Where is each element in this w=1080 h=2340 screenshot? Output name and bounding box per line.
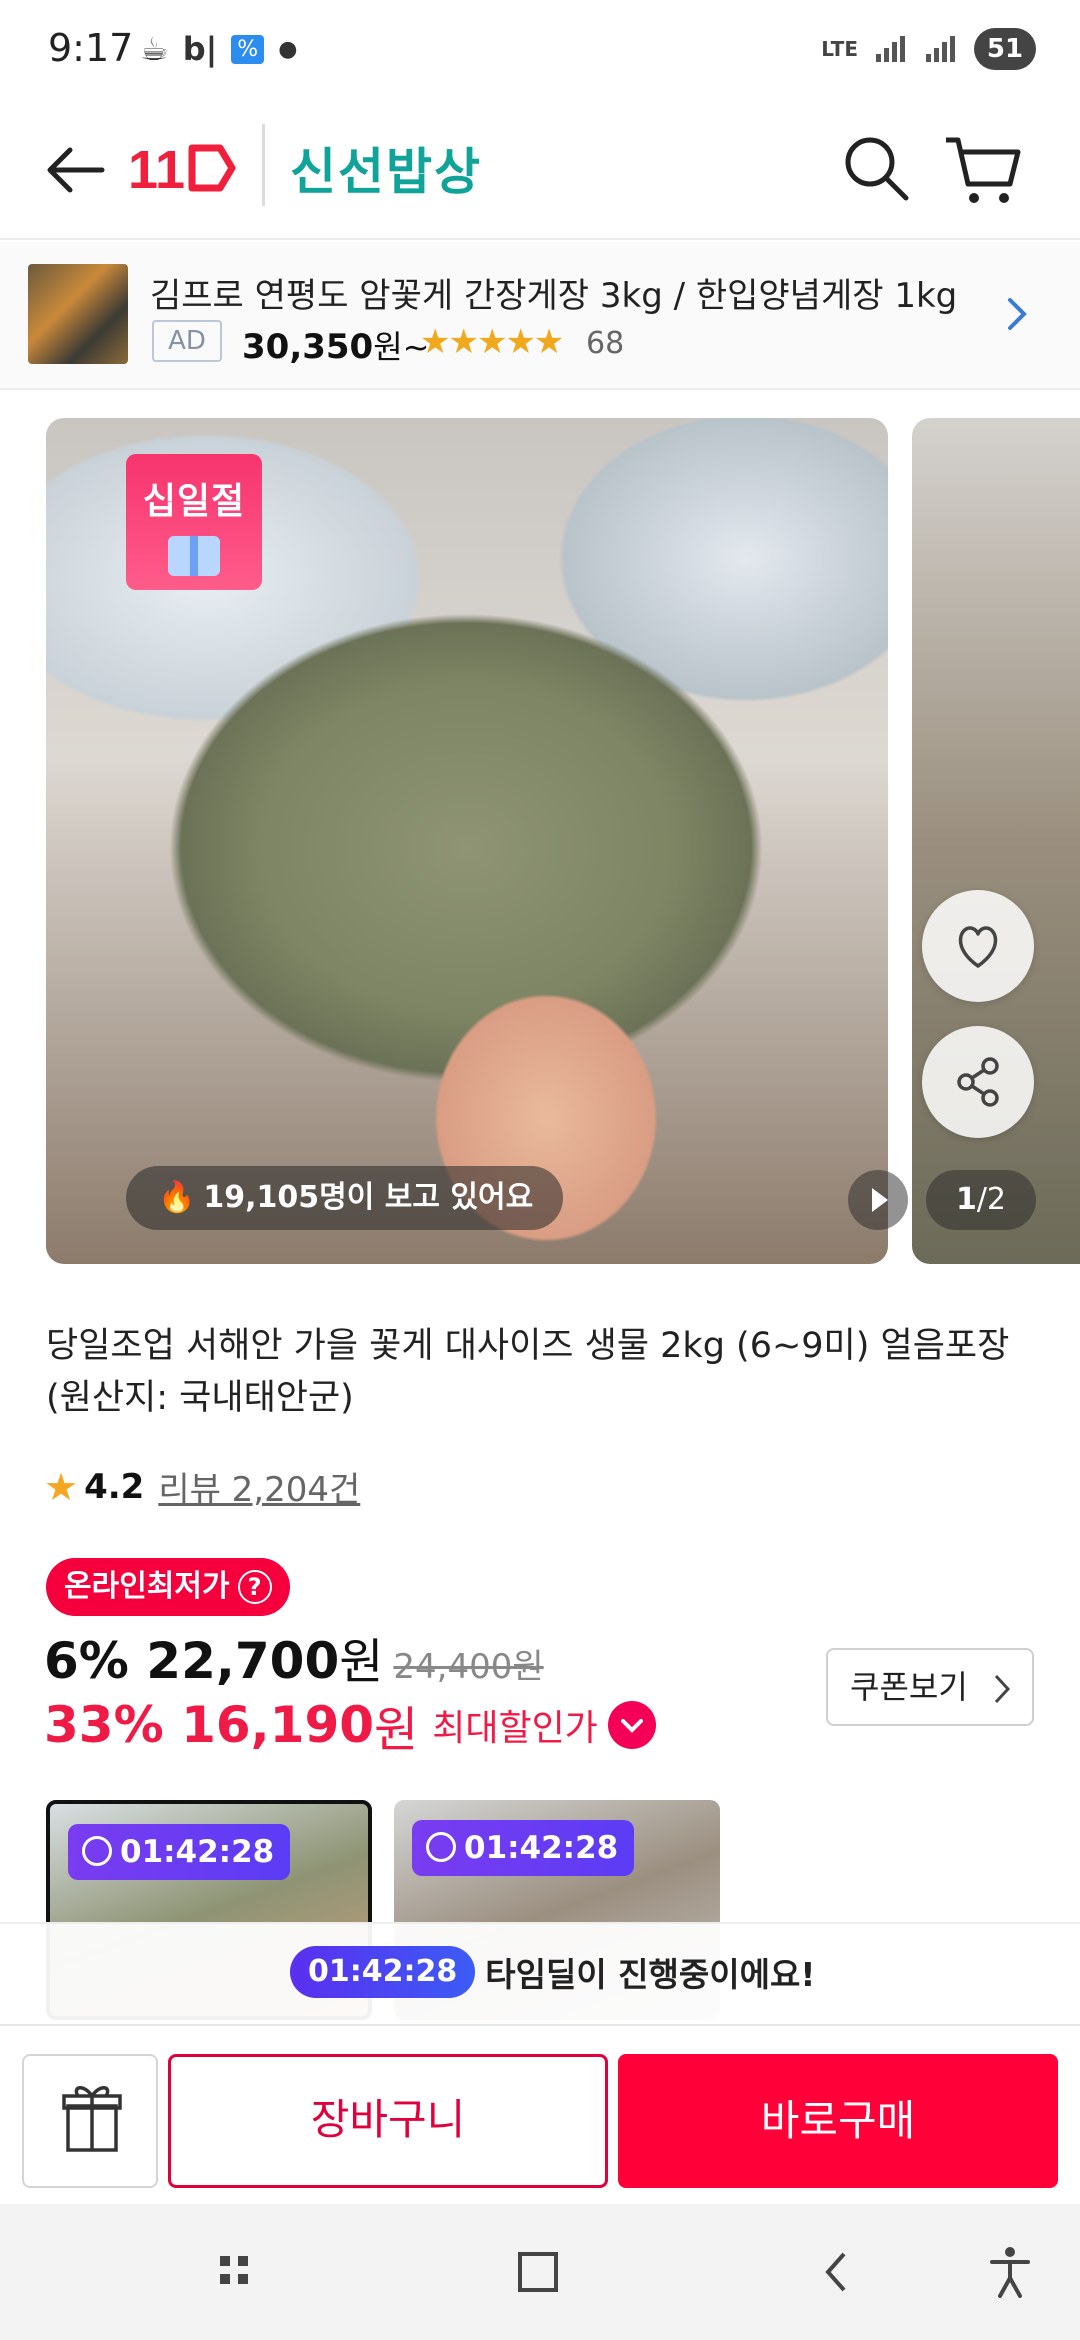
app-notification-icon: % <box>231 34 265 64</box>
viewers-count: 🔥 19,105명이 보고 있어요 <box>126 1166 564 1230</box>
chevron-right-icon <box>1008 298 1027 330</box>
play-icon[interactable] <box>848 1170 908 1230</box>
lte-indicator: LTE <box>821 37 858 61</box>
discount-price-value: 6% 22,700 <box>44 1632 340 1690</box>
signal-icon <box>876 36 905 62</box>
ad-banner[interactable]: 김프로 연평도 암꽃게 간장게장 3kg / 한입양념게장 1kg AD 30,… <box>0 242 1080 390</box>
share-button[interactable] <box>922 1026 1034 1138</box>
fire-icon: 🔥 <box>158 1180 196 1215</box>
lowest-price-label: 온라인최저가 <box>64 1569 230 1604</box>
home-icon[interactable] <box>506 2240 570 2304</box>
back-icon[interactable] <box>806 2240 870 2304</box>
won-unit: 원 <box>339 1634 384 1690</box>
gift-icon <box>168 536 220 576</box>
app-notification-icon: ☕ <box>140 30 169 68</box>
ad-product-thumbnail <box>28 264 128 364</box>
timer-text: 01:42:28 <box>464 1830 619 1866</box>
lowest-price-badge[interactable]: 온라인최저가 ? <box>46 1558 290 1616</box>
chevron-right-icon <box>994 1674 1011 1704</box>
won-unit: 원 <box>374 1702 419 1758</box>
gift-icon <box>62 2086 122 2152</box>
max-discount-label: 최대할인가 <box>432 1708 598 1749</box>
battery-indicator: 51 <box>974 28 1036 70</box>
timer-chip: 01:42:28 <box>412 1820 635 1876</box>
time-deal-bar: 01:42:28 타임딜이 진행중이에요! <box>0 1922 1080 2022</box>
coupon-view-button[interactable]: 쿠폰보기 <box>826 1648 1034 1726</box>
header-divider <box>262 124 265 206</box>
cart-icon[interactable] <box>940 128 1024 212</box>
svg-text:11: 11 <box>128 140 185 198</box>
ad-badge: AD <box>152 320 222 362</box>
recent-apps-icon[interactable] <box>206 2240 270 2304</box>
clock-icon <box>82 1836 112 1866</box>
max-discount-value: 33% 16,190 <box>44 1696 375 1754</box>
ad-price: 30,350원~ <box>242 322 429 368</box>
dot-icon: ● <box>278 36 298 62</box>
system-nav-bar <box>0 2204 1080 2340</box>
page-current: 1 <box>955 1182 977 1217</box>
search-icon[interactable] <box>836 128 916 208</box>
app-notification-icon: b| <box>182 30 218 68</box>
product-title: 당일조업 서해안 가을 꽃게 대사이즈 생물 2kg (6~9미) 얼음포장 (… <box>46 1326 1010 1418</box>
heart-icon <box>958 926 998 968</box>
share-icon <box>957 1057 999 1107</box>
app-header: 11 신선밥상 <box>0 100 1080 240</box>
wishlist-button[interactable] <box>922 890 1034 1002</box>
back-arrow-icon[interactable] <box>36 130 116 210</box>
time-deal-text: 타임딜이 진행중이에요! <box>485 1955 816 1994</box>
image-page-indicator: 1/2 <box>926 1170 1036 1230</box>
accessibility-icon[interactable] <box>978 2240 1042 2304</box>
gift-button[interactable] <box>22 2054 158 2188</box>
status-time: 9:17 <box>48 26 134 70</box>
coupon-view-label: 쿠폰보기 <box>850 1668 968 1706</box>
discount-price: 6% 22,700원 24,400원 <box>44 1622 544 1692</box>
store-brand-name[interactable]: 신선밥상 <box>290 132 482 204</box>
status-notification-icons: ☕ b| % ● <box>140 30 297 68</box>
ad-product-title: 김프로 연평도 암꽃게 간장게장 3kg / 한입양념게장 1kg <box>150 276 958 316</box>
max-discount-price: 33% 16,190 원 최대할인가 <box>44 1690 656 1760</box>
buy-now-button[interactable]: 바로구매 <box>618 2054 1058 2188</box>
viewers-text: 19,105명이 보고 있어요 <box>203 1180 534 1215</box>
signal-icon <box>926 36 955 62</box>
product-main-image[interactable]: 십일절 🔥 19,105명이 보고 있어요 <box>46 418 888 1264</box>
clock-icon <box>426 1832 456 1862</box>
page-total: /2 <box>976 1182 1007 1217</box>
ad-review-count: 68 <box>586 326 625 361</box>
rating-score: 4.2 <box>84 1466 145 1507</box>
time-deal-timer: 01:42:28 <box>290 1946 476 1998</box>
star-icon: ★ <box>44 1464 79 1509</box>
timer-chip: 01:42:28 <box>68 1824 291 1880</box>
event-badge: 십일절 <box>126 454 262 590</box>
reviews-link[interactable]: 리뷰 2,204건 <box>158 1462 360 1511</box>
help-icon[interactable]: ? <box>237 1570 272 1604</box>
product-image-gallery[interactable]: 십일절 🔥 19,105명이 보고 있어요 1/2 <box>0 418 1080 1264</box>
11st-logo[interactable]: 11 <box>128 138 238 198</box>
product-rating: ★ 4.2 리뷰 2,204건 <box>44 1462 360 1511</box>
chevron-down-icon[interactable] <box>607 1701 656 1749</box>
add-to-cart-button[interactable]: 장바구니 <box>168 2054 608 2188</box>
status-bar: 9:17 ☕ b| % ● LTE 51 <box>0 0 1080 100</box>
purchase-action-bar: 장바구니 바로구매 <box>0 2024 1080 2204</box>
ad-price-value: 30,350 <box>242 327 374 367</box>
ad-rating-stars: ★★★★★ <box>420 322 564 362</box>
original-price: 24,400원 <box>393 1647 544 1687</box>
timer-text: 01:42:28 <box>120 1834 275 1870</box>
event-badge-label: 십일절 <box>142 481 246 522</box>
